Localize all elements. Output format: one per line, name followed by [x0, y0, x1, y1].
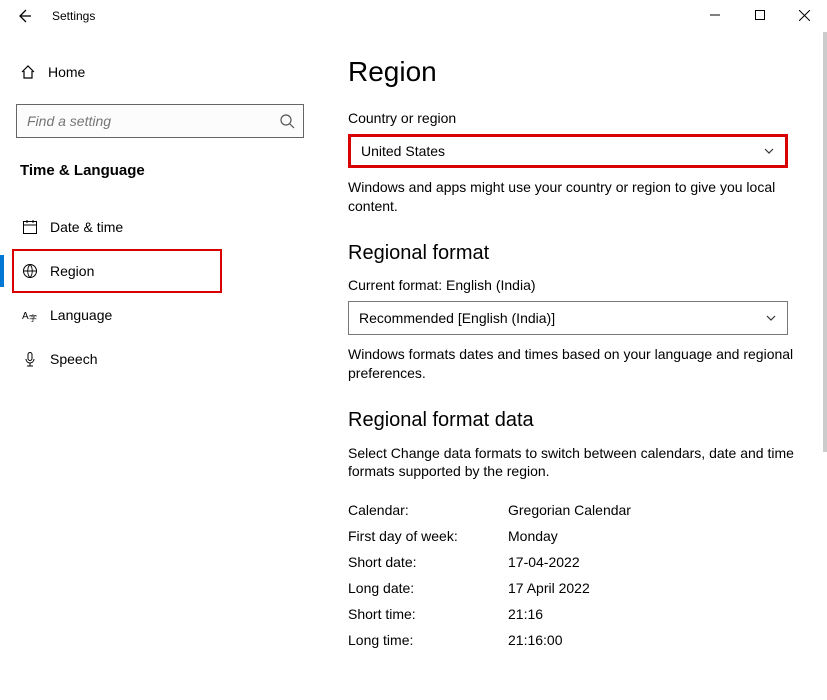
kv-value: Monday: [508, 528, 558, 544]
data-caption: Select Change data formats to switch bet…: [348, 444, 798, 482]
country-caption: Windows and apps might use your country …: [348, 178, 798, 216]
country-label: Country or region: [348, 110, 799, 126]
kv-value: 21:16: [508, 606, 543, 622]
table-row: Short date: 17-04-2022: [348, 549, 799, 575]
country-dropdown[interactable]: United States: [348, 134, 788, 168]
kv-key: First day of week:: [348, 528, 508, 544]
maximize-button[interactable]: [737, 0, 782, 30]
table-row: First day of week: Monday: [348, 523, 799, 549]
nav-item-date-time[interactable]: Date & time: [0, 205, 304, 249]
kv-key: Short date:: [348, 554, 508, 570]
home-icon: [20, 64, 48, 80]
svg-text:A: A: [22, 311, 29, 322]
search-icon: [279, 113, 295, 129]
kv-key: Long time:: [348, 632, 508, 648]
back-button[interactable]: [10, 2, 38, 30]
nav-item-speech[interactable]: Speech: [0, 337, 304, 381]
table-row: Calendar: Gregorian Calendar: [348, 497, 799, 523]
home-nav[interactable]: Home: [16, 52, 304, 92]
country-value: United States: [361, 143, 445, 159]
svg-text:字: 字: [29, 313, 37, 323]
format-data-table: Calendar: Gregorian Calendar First day o…: [348, 497, 799, 653]
minimize-button[interactable]: [692, 0, 737, 30]
format-value: Recommended [English (India)]: [359, 310, 555, 326]
table-row: Long time: 21:16:00: [348, 627, 799, 653]
calendar-icon: [22, 219, 50, 235]
page-title: Region: [348, 56, 799, 88]
table-row: Long date: 17 April 2022: [348, 575, 799, 601]
kv-key: Calendar:: [348, 502, 508, 518]
window-title: Settings: [52, 9, 95, 23]
regional-format-data-heading: Regional format data: [348, 409, 799, 432]
nav-label: Language: [50, 307, 112, 323]
kv-value: 17 April 2022: [508, 580, 590, 596]
search-box[interactable]: [16, 104, 304, 138]
regional-format-heading: Regional format: [348, 242, 799, 265]
kv-value: 17-04-2022: [508, 554, 580, 570]
format-dropdown[interactable]: Recommended [English (India)]: [348, 301, 788, 335]
home-label: Home: [48, 64, 85, 80]
scrollbar[interactable]: [823, 32, 827, 452]
kv-key: Long date:: [348, 580, 508, 596]
nav-label: Speech: [50, 351, 97, 367]
chevron-down-icon: [765, 312, 777, 324]
nav-label: Date & time: [50, 219, 123, 235]
kv-value: Gregorian Calendar: [508, 502, 631, 518]
highlight-annotation: [12, 249, 222, 293]
table-row: Short time: 21:16: [348, 601, 799, 627]
language-icon: A字: [22, 307, 50, 323]
chevron-down-icon: [763, 145, 775, 157]
kv-key: Short time:: [348, 606, 508, 622]
format-caption: Windows formats dates and times based on…: [348, 345, 798, 383]
nav-item-region[interactable]: Region: [0, 249, 304, 293]
current-format-label: Current format: English (India): [348, 277, 799, 293]
category-header: Time & Language: [16, 162, 304, 179]
kv-value: 21:16:00: [508, 632, 563, 648]
close-button[interactable]: [782, 0, 827, 30]
search-input[interactable]: [17, 105, 263, 137]
nav-item-language[interactable]: A字 Language: [0, 293, 304, 337]
microphone-icon: [22, 351, 50, 367]
